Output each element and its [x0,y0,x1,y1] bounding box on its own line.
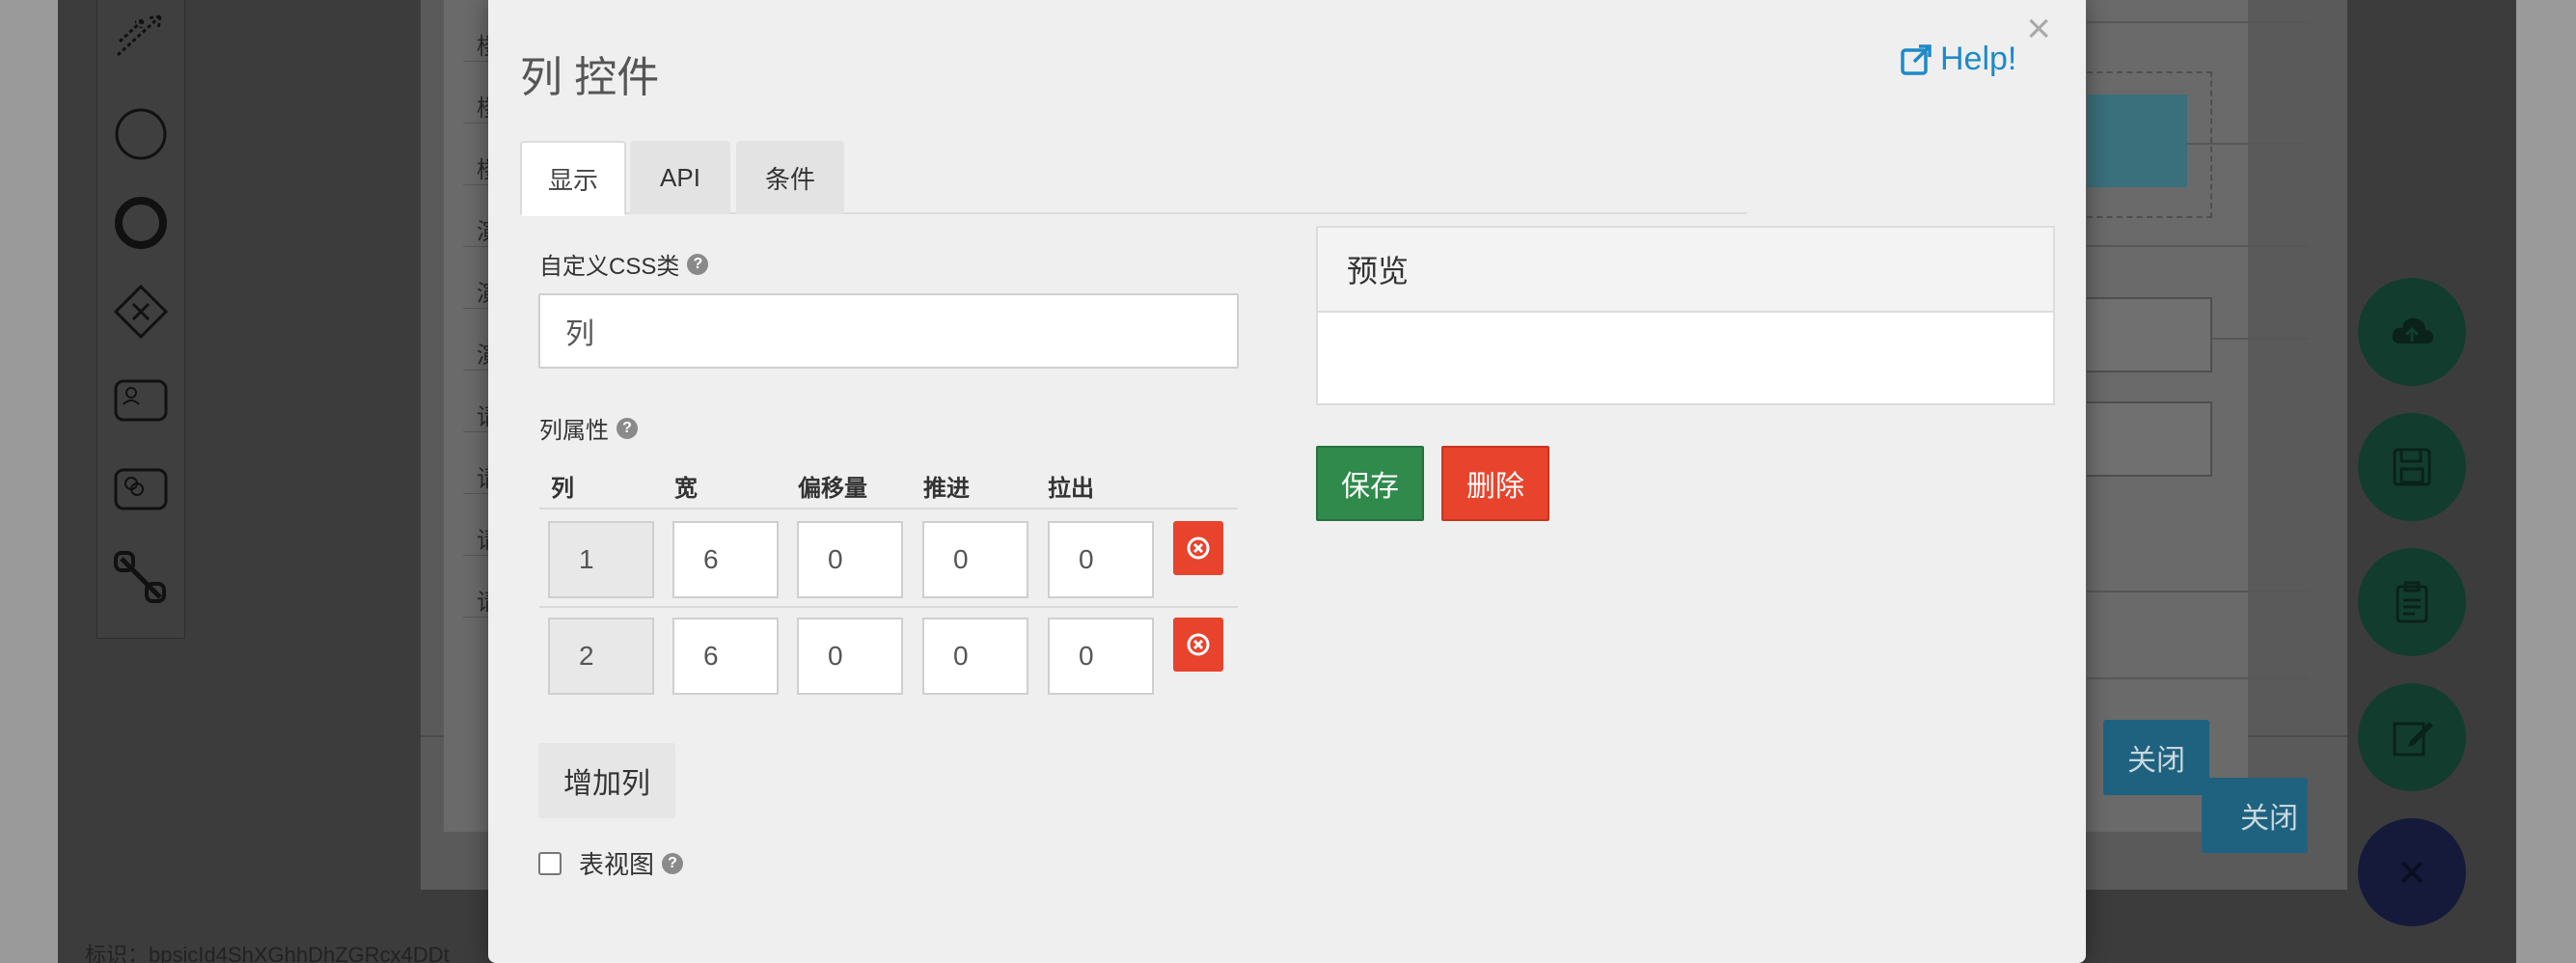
link-icon[interactable] [111,548,171,608]
table-view-option: 表视图 ? [538,845,684,881]
close-fab-button[interactable] [2358,818,2466,926]
css-class-label: 自定义CSS类 [539,254,680,280]
save-fab-button[interactable] [2358,413,2466,521]
table-view-checkbox[interactable] [538,851,562,875]
column-pull-input[interactable]: 0 [1048,521,1154,598]
underlying-teal-block [2087,95,2187,187]
tab-display[interactable]: 显示 [520,141,626,216]
underlying-close-button-outer[interactable]: 关闭 [2202,778,2308,853]
window-frame-left [0,0,58,963]
table-divider [539,508,1238,509]
preview-panel: 预览 [1316,226,2055,405]
cloud-upload-icon [2392,317,2433,344]
column-push-input[interactable]: 0 [922,618,1028,695]
divider [2087,677,2309,679]
column-header-width: 宽 [674,476,698,502]
service-task-icon[interactable] [111,459,171,519]
modal-title: 列 控件 [520,54,660,101]
help-question-icon[interactable]: ? [617,417,638,439]
add-column-button[interactable]: 增加列 [538,743,675,818]
column-header-push: 推进 [923,476,970,502]
help-label: Help! [1940,41,2017,77]
start-event-icon[interactable] [111,104,171,164]
clipboard-icon [2396,581,2428,623]
help-question-icon[interactable]: ? [687,253,709,275]
status-identifier: 标识：bpsicId4ShXGhhDhZGRcx4DDt [85,943,450,963]
tab-api[interactable]: API [630,141,730,214]
help-link[interactable]: Help! [1900,41,2016,78]
column-offset-input[interactable]: 0 [797,521,903,598]
clipboard-fab-button[interactable] [2358,548,2466,656]
cloud-upload-button[interactable] [2358,278,2466,386]
tab-conditions[interactable]: 条件 [736,141,844,214]
column-properties-label: 列属性 [539,418,609,444]
column-offset-input[interactable]: 0 [797,618,903,695]
table-view-label-group: 表视图 ? [579,845,684,881]
divider [2087,21,2309,23]
column-properties-label-group: 列属性 ? [539,411,638,445]
column-push-input[interactable]: 0 [922,521,1028,598]
column-number-field: 2 [548,618,654,695]
divider [2087,591,2309,592]
gateway-icon[interactable] [111,282,171,342]
column-header-col: 列 [551,476,574,502]
column-width-input[interactable]: 6 [672,618,779,695]
delete-button[interactable]: 删除 [1441,446,1549,521]
connect-arrow-icon[interactable] [111,6,171,66]
column-width-input[interactable]: 6 [672,521,779,598]
underlying-input[interactable] [2087,297,2212,372]
end-event-icon[interactable] [111,193,171,253]
column-header-pull: 拉出 [1048,476,1094,502]
column-pull-input[interactable]: 0 [1048,618,1154,695]
underlying-close-button[interactable]: 关闭 [2103,720,2209,795]
edit-icon [2393,722,2433,757]
column-header-offset: 偏移量 [798,476,867,502]
css-class-input[interactable]: 列 [538,293,1239,369]
external-link-icon [1901,43,1932,75]
remove-column-button[interactable] [1173,618,1223,672]
underlying-input[interactable] [2087,401,2212,477]
divider [2087,245,2309,247]
table-divider [539,606,1238,608]
edit-fab-button[interactable] [2358,683,2466,791]
window-frame-right [2516,0,2576,963]
preview-title: 预览 [1318,228,2053,313]
save-button[interactable]: 保存 [1316,446,1424,521]
remove-circle-icon [1187,537,1210,560]
modal-close-button[interactable]: × [2026,8,2051,50]
save-icon [2393,448,2431,486]
remove-column-button[interactable] [1173,521,1223,575]
close-icon [2400,861,2424,884]
bpmn-palette [96,0,185,639]
remove-circle-icon [1187,633,1210,656]
css-class-label-group: 自定义CSS类 ? [539,247,709,281]
user-task-icon[interactable] [111,371,171,430]
column-number-field: 1 [548,521,654,598]
table-view-label: 表视图 [579,850,655,879]
help-question-icon[interactable]: ? [662,852,684,874]
modal-tabs: 显示 API 条件 [520,141,1747,216]
